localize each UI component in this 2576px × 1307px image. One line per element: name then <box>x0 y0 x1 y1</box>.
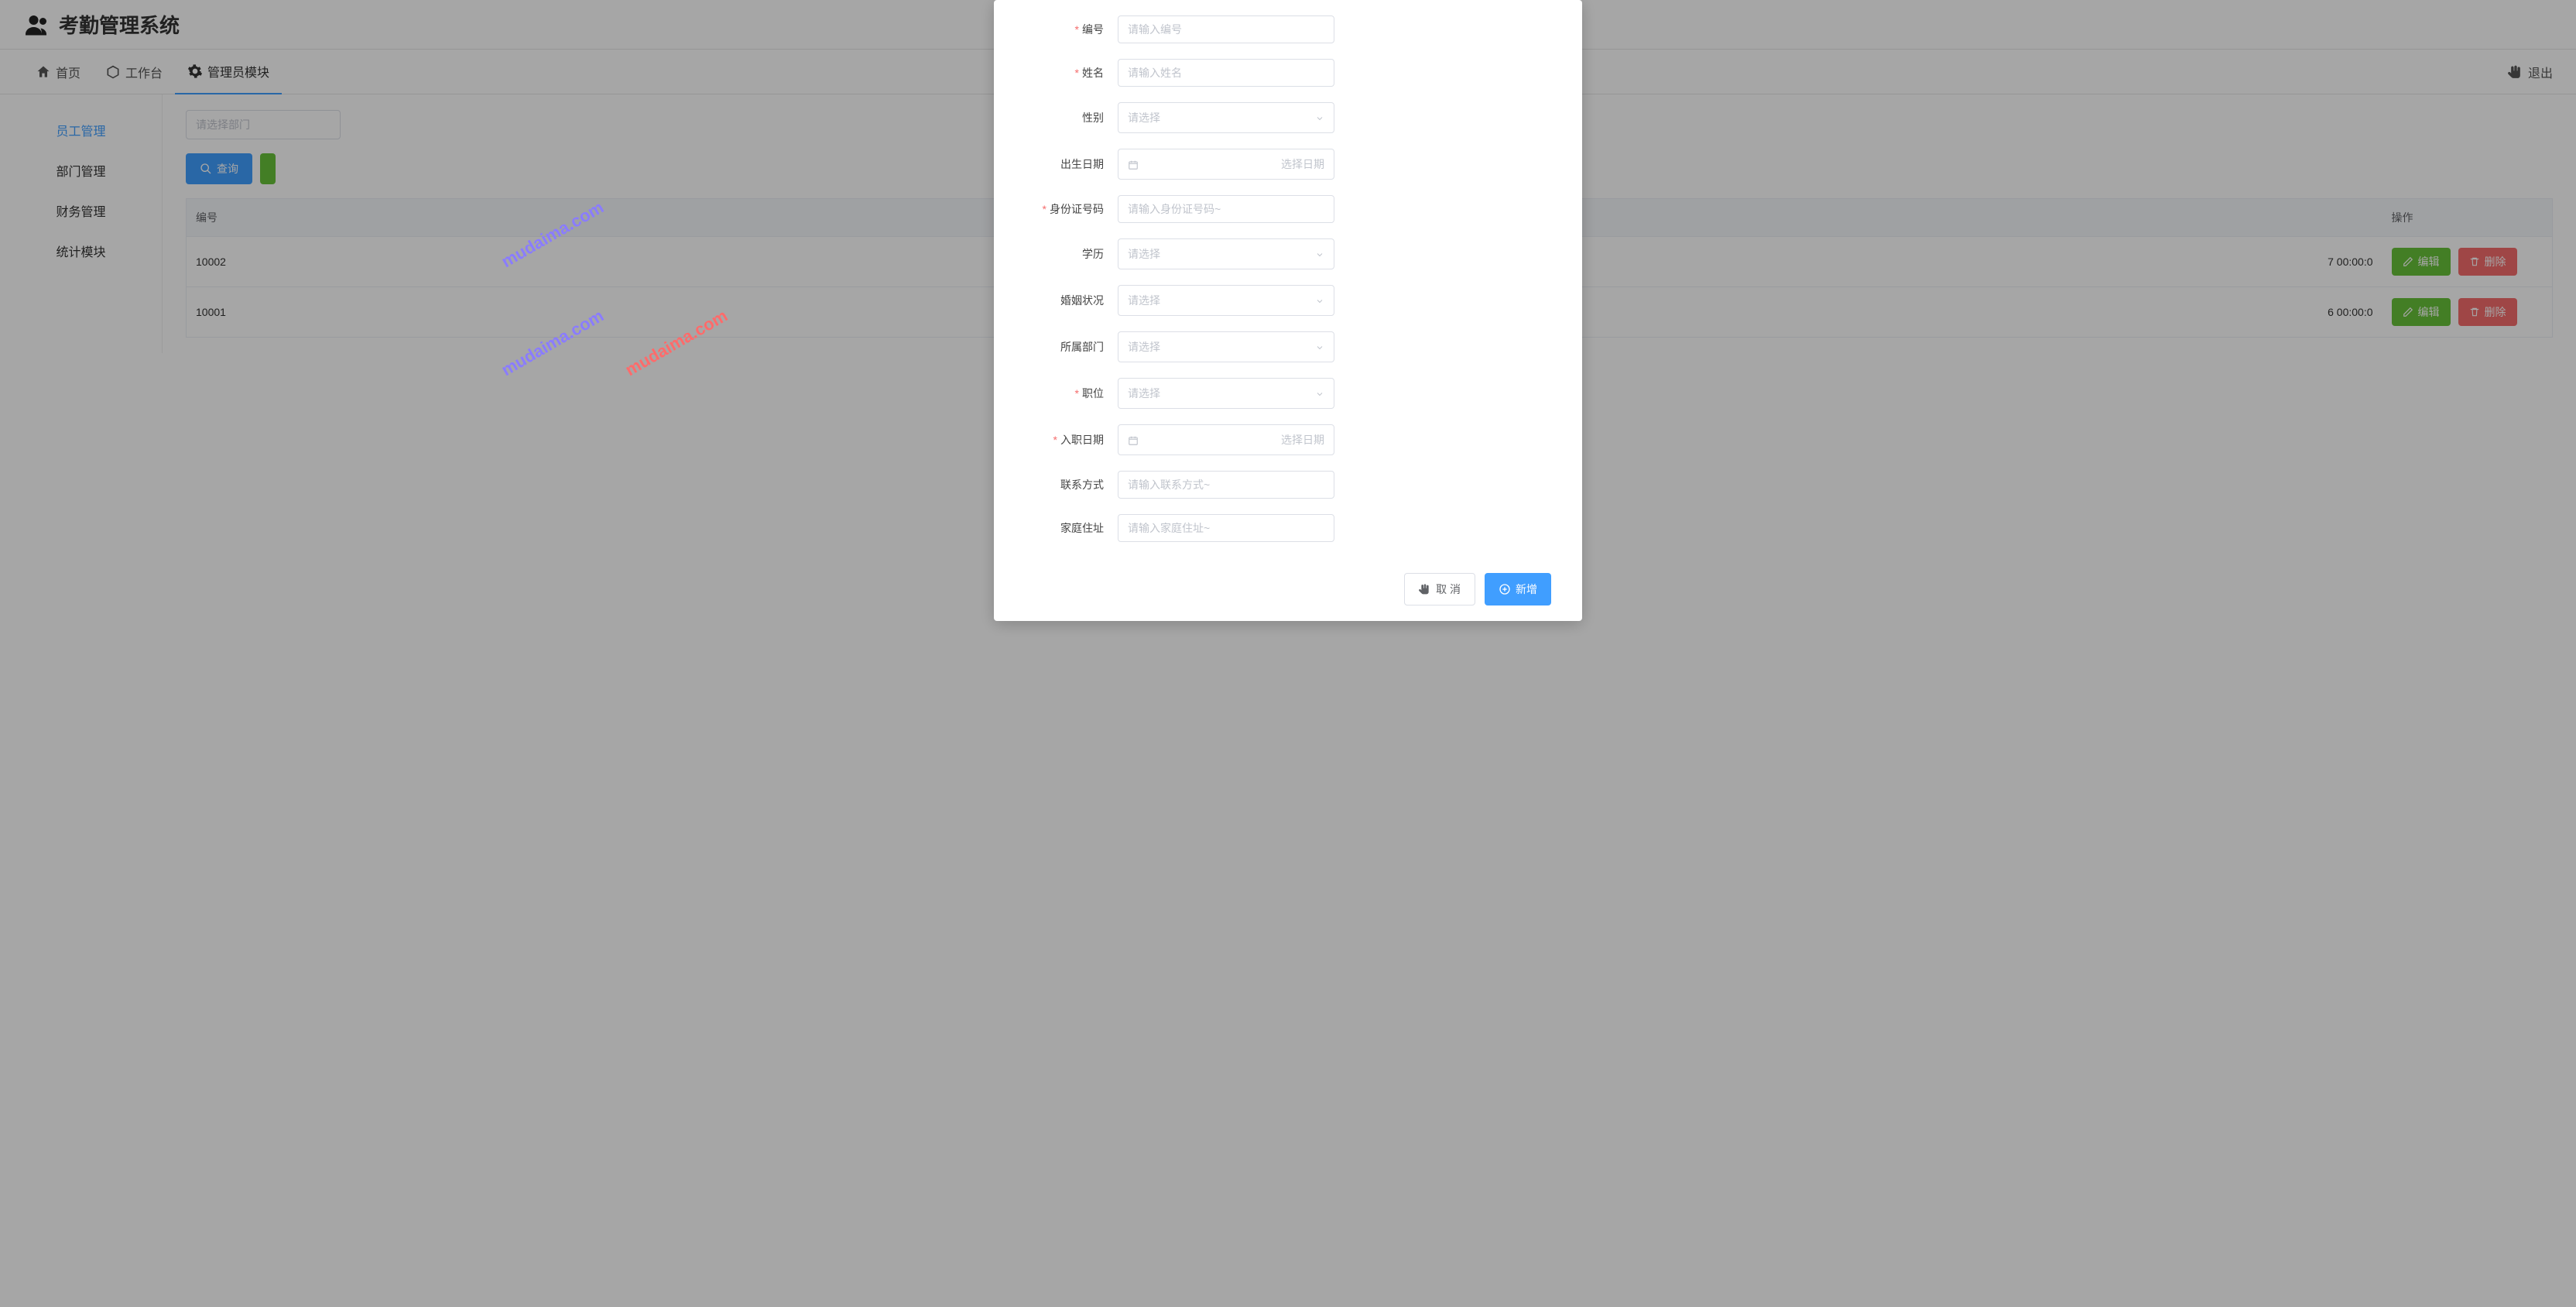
name-input[interactable] <box>1118 59 1334 87</box>
edu-select[interactable]: 请选择 <box>1118 238 1334 269</box>
form-row-id: *编号 <box>1025 15 1551 43</box>
label-id: *编号 <box>1025 22 1118 37</box>
form-row-gender: 性别请选择 <box>1025 102 1551 133</box>
submit-add-button[interactable]: 新增 <box>1485 573 1551 605</box>
calendar-icon <box>1128 434 1139 446</box>
dept-select[interactable]: 请选择 <box>1118 331 1334 362</box>
form-row-address: 家庭住址 <box>1025 514 1551 542</box>
chevron-down-icon <box>1315 111 1324 124</box>
employee-form-modal: *编号*姓名性别请选择出生日期选择日期*身份证号码学历请选择婚姻状况请选择所属部… <box>994 0 1582 621</box>
form-row-idcard: *身份证号码 <box>1025 195 1551 223</box>
hiredate-datepicker[interactable]: 选择日期 <box>1118 424 1334 455</box>
position-select[interactable]: 请选择 <box>1118 378 1334 409</box>
form-row-edu: 学历请选择 <box>1025 238 1551 269</box>
label-idcard: *身份证号码 <box>1025 201 1118 217</box>
form-row-contact: 联系方式 <box>1025 471 1551 499</box>
chevron-down-icon <box>1315 341 1324 353</box>
calendar-icon <box>1128 158 1139 170</box>
label-edu: 学历 <box>1025 246 1118 262</box>
hand-stop-icon <box>1419 583 1431 595</box>
label-dept: 所属部门 <box>1025 339 1118 355</box>
contact-input[interactable] <box>1118 471 1334 499</box>
id-input[interactable] <box>1118 15 1334 43</box>
label-contact: 联系方式 <box>1025 477 1118 492</box>
chevron-down-icon <box>1315 248 1324 260</box>
label-position: *职位 <box>1025 386 1118 401</box>
label-birth: 出生日期 <box>1025 156 1118 172</box>
form-row-birth: 出生日期选择日期 <box>1025 149 1551 180</box>
label-name: *姓名 <box>1025 65 1118 81</box>
form-row-dept: 所属部门请选择 <box>1025 331 1551 362</box>
gender-select[interactable]: 请选择 <box>1118 102 1334 133</box>
label-address: 家庭住址 <box>1025 520 1118 536</box>
marital-select[interactable]: 请选择 <box>1118 285 1334 316</box>
idcard-input[interactable] <box>1118 195 1334 223</box>
label-gender: 性别 <box>1025 110 1118 125</box>
address-input[interactable] <box>1118 514 1334 542</box>
label-hiredate: *入职日期 <box>1025 432 1118 448</box>
chevron-down-icon <box>1315 294 1324 307</box>
plus-circle-icon <box>1499 583 1511 595</box>
birth-datepicker[interactable]: 选择日期 <box>1118 149 1334 180</box>
form-row-position: *职位请选择 <box>1025 378 1551 409</box>
form-row-hiredate: *入职日期选择日期 <box>1025 424 1551 455</box>
label-marital: 婚姻状况 <box>1025 293 1118 308</box>
form-row-name: *姓名 <box>1025 59 1551 87</box>
cancel-button[interactable]: 取 消 <box>1404 573 1475 605</box>
chevron-down-icon <box>1315 387 1324 400</box>
form-row-marital: 婚姻状况请选择 <box>1025 285 1551 316</box>
